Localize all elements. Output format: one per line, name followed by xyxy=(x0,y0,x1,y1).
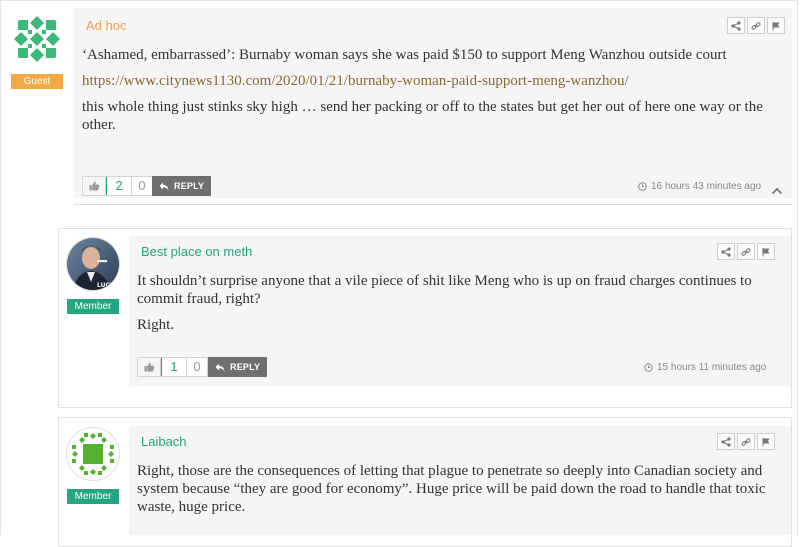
like-count: 2 xyxy=(106,177,132,195)
like-count: 1 xyxy=(161,358,187,376)
timestamp-text: 15 hours 11 minutes ago xyxy=(657,362,767,373)
comment-text: this whole thing just stinks sky high … … xyxy=(82,99,763,133)
link-button[interactable] xyxy=(737,433,755,450)
reply-icon xyxy=(215,363,225,371)
link-icon xyxy=(741,437,751,446)
guest-badge: Guest xyxy=(11,74,63,89)
vote-widget: 2 0 xyxy=(82,176,153,196)
share-icon xyxy=(731,20,741,31)
flag-button[interactable] xyxy=(757,243,775,260)
chevron-up-icon xyxy=(771,187,783,195)
dislike-count[interactable]: 0 xyxy=(187,358,207,376)
like-button[interactable] xyxy=(83,177,106,195)
flag-icon xyxy=(762,247,770,256)
timestamp-text: 16 hours 43 minutes ago xyxy=(651,181,762,192)
link-icon xyxy=(741,247,751,256)
collapse-button[interactable] xyxy=(771,182,783,200)
reply-icon xyxy=(159,182,169,190)
comment-2-author-block: LUCKY Member xyxy=(66,237,120,314)
share-icon xyxy=(721,436,731,447)
vote-widget: 1 0 xyxy=(137,357,208,377)
like-button[interactable] xyxy=(138,358,161,376)
comment-timestamp[interactable]: 16 hours 43 minutes ago xyxy=(638,181,761,192)
comment-1-author-block: Guest xyxy=(10,12,64,89)
comment-author[interactable]: Best place on meth xyxy=(141,244,252,259)
link-button[interactable] xyxy=(747,17,765,34)
comment-2-tools xyxy=(715,243,775,260)
comment-1-tools xyxy=(725,17,785,34)
link-icon xyxy=(751,21,761,30)
comment-headline: ‘Ashamed, embarrassed’: Burnaby woman sa… xyxy=(82,47,727,63)
clock-icon xyxy=(638,182,647,191)
share-button[interactable] xyxy=(717,433,735,450)
identicon-green-icon xyxy=(11,13,63,65)
svg-text:LUCKY: LUCKY xyxy=(97,282,119,289)
reply-button[interactable]: REPLY xyxy=(152,176,212,196)
member-badge: Member xyxy=(67,489,119,504)
clock-icon xyxy=(644,363,653,372)
reply-button[interactable]: REPLY xyxy=(208,357,268,377)
avatar[interactable] xyxy=(66,427,120,481)
share-icon xyxy=(721,246,731,257)
member-badge: Member xyxy=(67,299,119,314)
identicon-square-icon xyxy=(67,428,119,480)
flag-icon xyxy=(762,437,770,446)
comment-3-body: Right, those are the consequences of let… xyxy=(137,462,777,524)
comment-divider xyxy=(74,204,792,205)
flag-button[interactable] xyxy=(757,433,775,450)
reply-label: REPLY xyxy=(230,362,261,372)
reply-label: REPLY xyxy=(174,181,205,191)
avatar[interactable]: LUCKY xyxy=(66,237,120,291)
share-button[interactable] xyxy=(727,17,745,34)
avatar[interactable] xyxy=(10,12,64,66)
comment-3-tools xyxy=(715,433,775,450)
comment-text: Right, those are the consequences of let… xyxy=(137,463,766,515)
thumbs-up-icon xyxy=(89,181,99,191)
thumbs-up-icon xyxy=(144,362,154,372)
share-button[interactable] xyxy=(717,243,735,260)
link-button[interactable] xyxy=(737,243,755,260)
comment-1-body: ‘Ashamed, embarrassed’: Burnaby woman sa… xyxy=(82,46,770,142)
comment-text: It shouldn’t surprise anyone that a vile… xyxy=(137,273,752,307)
comment-3-author-block: Member xyxy=(66,427,120,504)
comment-timestamp[interactable]: 15 hours 11 minutes ago xyxy=(644,362,766,373)
comment-author[interactable]: Laibach xyxy=(141,434,187,449)
comment-text: Right. xyxy=(137,317,175,333)
flag-button[interactable] xyxy=(767,17,785,34)
flag-icon xyxy=(772,21,780,30)
article-link[interactable]: https://www.citynews1130.com/2020/01/21/… xyxy=(82,73,629,89)
comment-2-body: It shouldn’t surprise anyone that a vile… xyxy=(137,272,767,342)
comment-author[interactable]: Ad hoc xyxy=(86,18,126,33)
user-photo-icon: LUCKY xyxy=(67,238,119,290)
dislike-count[interactable]: 0 xyxy=(132,177,152,195)
